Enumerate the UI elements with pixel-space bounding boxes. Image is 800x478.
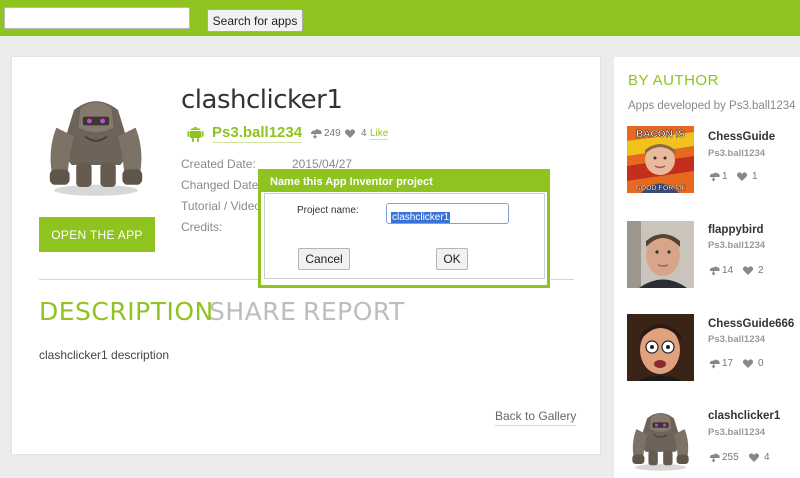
dialog-title: Name this App Inventor project: [261, 172, 547, 192]
created-date-label: Created Date:: [181, 157, 256, 171]
thumb-caption-top: BACON IS: [636, 129, 685, 140]
download-count: 1: [722, 171, 728, 182]
sidebar-app-author: Ps3.ball1234: [708, 240, 766, 251]
like-count: 2: [758, 265, 764, 276]
thumb-caption-bottom: GOOD FOR ME: [635, 185, 686, 192]
top-bar: Search for apps: [0, 0, 800, 36]
search-input[interactable]: [4, 7, 190, 29]
like-link[interactable]: Like: [370, 128, 389, 140]
sidebar-title: BY AUTHOR: [628, 72, 719, 89]
back-to-gallery-link[interactable]: Back to Gallery: [495, 409, 577, 426]
sidebar-app-name[interactable]: ChessGuide: [708, 131, 775, 143]
download-count: 17: [722, 358, 734, 369]
sidebar-app-stats: 14 2: [708, 265, 788, 277]
sidebar-app-author: Ps3.ball1234: [708, 427, 766, 438]
chessguide-thumbnail[interactable]: BACON IS GOOD FOR ME: [627, 126, 694, 193]
ok-button[interactable]: OK: [436, 248, 468, 270]
like-count: 0: [758, 358, 764, 369]
app-icon-golem: [48, 100, 144, 197]
project-name-value: clashclicker1: [391, 212, 451, 223]
sidebar-app-name[interactable]: clashclicker1: [708, 410, 780, 422]
sidebar-app-author: Ps3.ball1234: [708, 148, 766, 159]
clashclicker1-thumbnail[interactable]: [627, 405, 694, 472]
download-count: 255: [722, 452, 739, 463]
cancel-button[interactable]: Cancel: [298, 248, 350, 270]
like-count: 1: [752, 171, 758, 182]
like-count: 4: [764, 452, 770, 463]
download-icon: [709, 358, 720, 369]
app-title: clashclicker1: [181, 85, 343, 115]
heart-icon: [742, 266, 754, 275]
download-count: 249: [324, 128, 341, 139]
android-icon: [187, 127, 204, 142]
project-name-label: Project name:: [297, 205, 359, 216]
sidebar-app-stats: 17 0: [708, 358, 788, 370]
app-stats: 249 4 Like: [309, 128, 429, 142]
sidebar-app-name[interactable]: ChessGuide666: [708, 318, 794, 330]
download-icon: [709, 265, 720, 276]
heart-icon: [742, 359, 754, 368]
sidebar-app-stats: 1 1: [708, 171, 788, 183]
chessguide666-thumbnail[interactable]: [627, 314, 694, 381]
sidebar-app-author: Ps3.ball1234: [708, 334, 766, 345]
project-name-input[interactable]: clashclicker1: [386, 203, 509, 224]
author-link[interactable]: Ps3.ball1234: [212, 124, 303, 143]
name-project-dialog: Name this App Inventor project Project n…: [258, 169, 550, 288]
download-icon: [310, 128, 322, 139]
credits-label: Credits:: [181, 220, 223, 234]
changed-date-label: Changed Date:: [181, 178, 262, 192]
heart-icon: [748, 453, 760, 462]
download-icon: [709, 171, 720, 182]
heart-icon: [344, 129, 356, 138]
tutorial-video-label: Tutorial / Video:: [181, 199, 265, 213]
heart-icon: [736, 172, 748, 181]
like-count: 4: [361, 128, 367, 139]
download-icon: [709, 452, 720, 463]
sidebar-app-name[interactable]: flappybird: [708, 224, 764, 236]
sidebar-app-stats: 255 4: [708, 452, 788, 464]
sidebar-subtitle: Apps developed by Ps3.ball1234: [628, 100, 796, 112]
download-count: 14: [722, 265, 734, 276]
tab-description[interactable]: DESCRIPTION: [39, 297, 214, 326]
description-text: clashclicker1 description: [39, 348, 170, 362]
search-button[interactable]: Search for apps: [207, 9, 303, 32]
tab-report[interactable]: REPORT: [303, 297, 405, 326]
flappybird-thumbnail[interactable]: [627, 221, 694, 288]
tab-share[interactable]: SHARE: [209, 297, 296, 326]
open-app-button[interactable]: OPEN THE APP: [39, 217, 155, 252]
